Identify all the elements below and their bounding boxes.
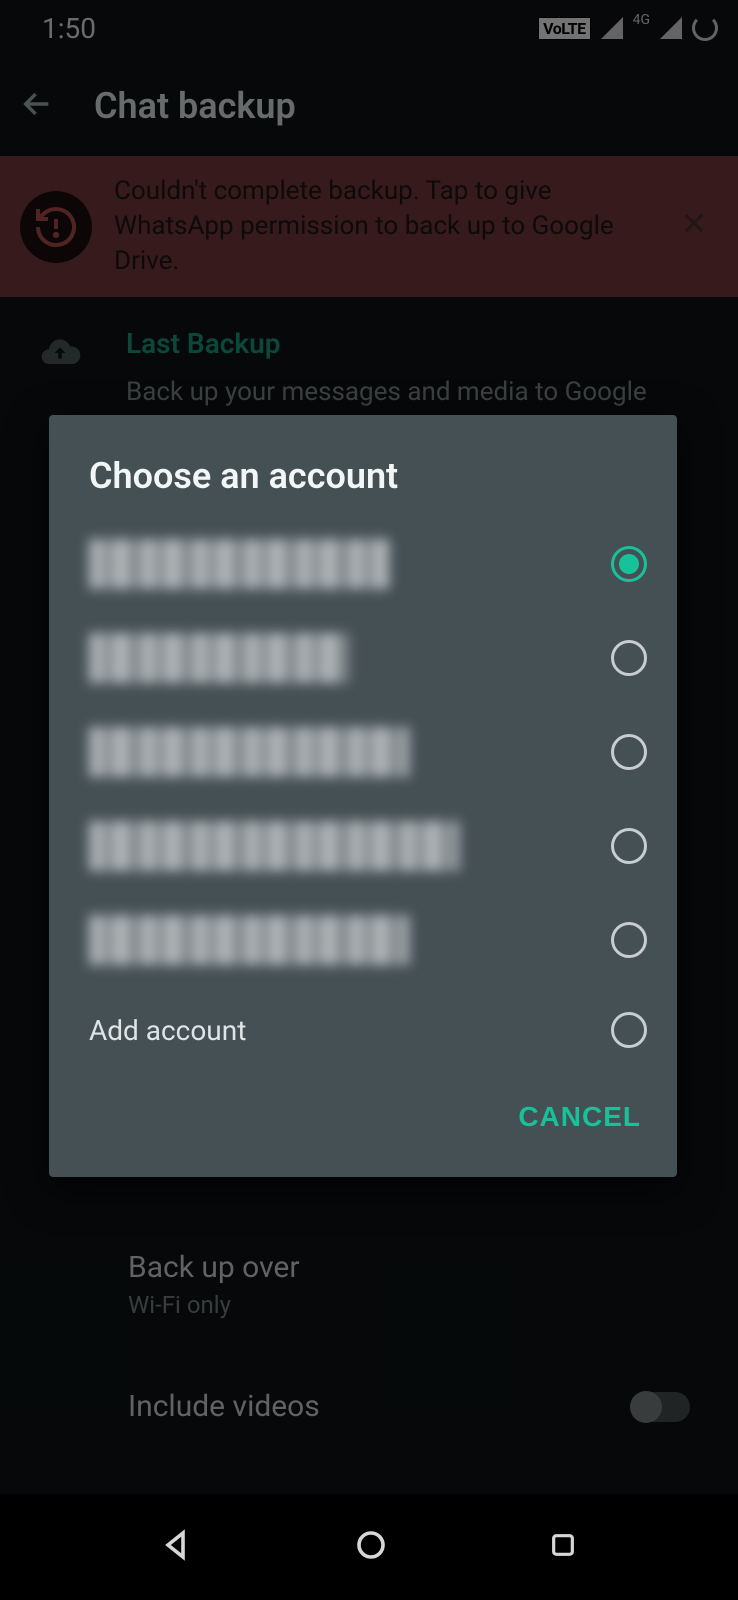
cancel-button[interactable]: CANCEL: [512, 1091, 647, 1143]
dialog-title: Choose an account: [49, 455, 677, 517]
radio-icon[interactable]: [611, 640, 647, 676]
system-nav-bar: [0, 1494, 738, 1600]
account-email-redacted: [89, 821, 459, 871]
radio-icon[interactable]: [611, 922, 647, 958]
nav-recent-icon[interactable]: [547, 1529, 579, 1565]
account-option-5[interactable]: [49, 893, 677, 987]
radio-icon[interactable]: [611, 1012, 647, 1048]
account-email-redacted: [89, 727, 409, 777]
account-email-redacted: [89, 539, 389, 589]
account-option-2[interactable]: [49, 611, 677, 705]
radio-icon[interactable]: [611, 828, 647, 864]
nav-back-icon[interactable]: [159, 1527, 195, 1567]
account-option-1[interactable]: [49, 517, 677, 611]
account-option-3[interactable]: [49, 705, 677, 799]
account-email-redacted: [89, 915, 409, 965]
radio-selected-icon[interactable]: [611, 546, 647, 582]
nav-home-icon[interactable]: [353, 1527, 389, 1567]
account-email-redacted: [89, 633, 349, 683]
account-option-4[interactable]: [49, 799, 677, 893]
choose-account-dialog: Choose an account Add account CANCEL: [49, 415, 677, 1177]
add-account-label: Add account: [89, 1014, 246, 1047]
add-account-option[interactable]: Add account: [49, 987, 677, 1073]
radio-icon[interactable]: [611, 734, 647, 770]
